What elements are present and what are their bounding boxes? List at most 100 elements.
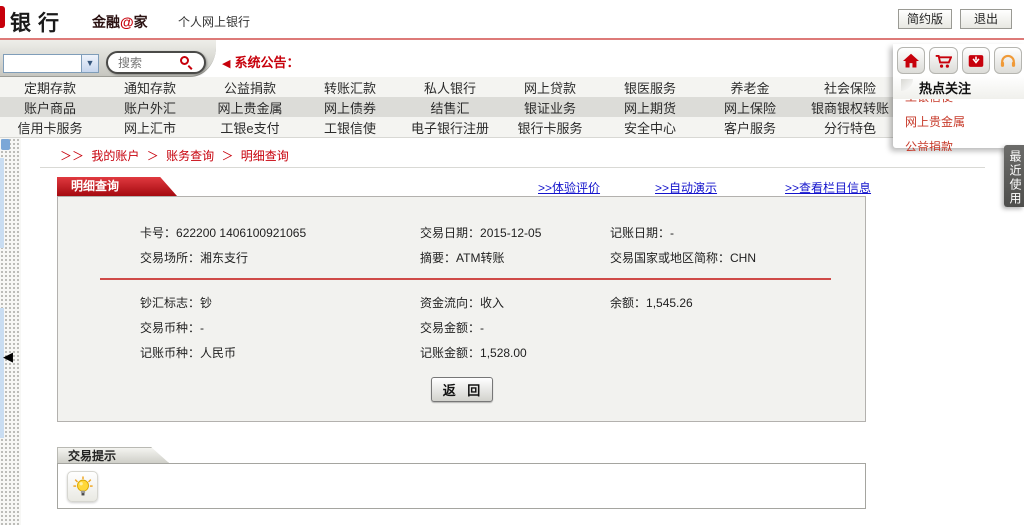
menu-item[interactable]: 账户外汇	[100, 98, 200, 117]
booking-amount-value: 1,528.00	[480, 346, 527, 360]
card-number-value: 622200 1406100921065	[176, 226, 306, 240]
menu-item[interactable]: 公益捐款	[200, 78, 300, 97]
category-select-value	[4, 55, 81, 72]
collapse-arrow-icon[interactable]: ◀	[3, 350, 13, 363]
menu-item[interactable]: 转账汇款	[300, 78, 400, 97]
menu-item[interactable]: 网上债券	[300, 98, 400, 117]
experience-rating-link[interactable]: >>体验评价	[538, 179, 600, 196]
messages-button[interactable]	[962, 47, 990, 74]
breadcrumb-separator: ＞	[147, 149, 159, 163]
summary-value: ATM转账	[456, 251, 504, 265]
cart-icon	[934, 53, 952, 69]
menu-item[interactable]: 网上汇市	[100, 118, 200, 137]
recently-used-tab[interactable]: 最近使用	[1004, 145, 1024, 207]
search-pill[interactable]	[106, 51, 206, 74]
cart-button[interactable]	[929, 47, 957, 74]
menu-item[interactable]: 私人银行	[400, 78, 500, 97]
balance-field: 余额：1,545.26	[610, 294, 865, 311]
announcement-speaker-icon: ◀	[222, 58, 230, 70]
menu-item[interactable]: 结售汇	[400, 98, 500, 117]
booking-date-field: 记账日期：-	[610, 224, 865, 241]
sidebar-collapse-rail[interactable]: ◀	[0, 138, 21, 525]
menu-item[interactable]: 社会保险	[800, 78, 900, 97]
category-select[interactable]: ▼	[3, 54, 99, 73]
menu-item[interactable]: 网上贵金属	[200, 98, 300, 117]
view-column-info-link[interactable]: >>查看栏目信息	[785, 179, 871, 196]
brand-slogan: 金融@家	[92, 12, 148, 32]
detail-query-panel: 卡号：622200 1406100921065 交易日期：2015-12-05 …	[57, 196, 866, 422]
transaction-tips-box	[57, 463, 866, 509]
fund-flow-value: 收入	[480, 296, 504, 310]
menu-item[interactable]: 银医服务	[600, 78, 700, 97]
menu-row: 定期存款 通知存款 公益捐款 转账汇款 私人银行 网上贷款 银医服务 养老金 社…	[0, 77, 900, 97]
breadcrumb-item-account-query[interactable]: 账务查询	[166, 149, 214, 163]
menu-item[interactable]: 网上贷款	[500, 78, 600, 97]
menu-item[interactable]: 账户商品	[0, 98, 100, 117]
menu-item[interactable]: 通知存款	[100, 78, 200, 97]
transaction-amount-field: 交易金额：-	[420, 319, 610, 336]
logout-button[interactable]: 退出	[960, 9, 1012, 29]
country-value: CHN	[730, 251, 756, 265]
menu-item[interactable]: 网上保险	[700, 98, 800, 117]
bank-logo-text: 银行	[10, 7, 66, 37]
menu-row: 信用卡服务 网上汇市 工银e支付 工银信使 电子银行注册 银行卡服务 安全中心 …	[0, 117, 900, 137]
menu-item[interactable]: 工银信使	[300, 118, 400, 137]
inbox-icon	[967, 53, 985, 69]
headset-icon	[999, 53, 1017, 69]
transaction-place-field: 交易场所：湘东支行	[140, 249, 420, 266]
menu-item[interactable]: 信用卡服务	[0, 118, 100, 137]
main-menu: 定期存款 通知存款 公益捐款 转账汇款 私人银行 网上贷款 银医服务 养老金 社…	[0, 77, 1024, 138]
country-field: 交易国家或地区简称：CHN	[610, 249, 865, 266]
field-row: 交易场所：湘东支行 摘要：ATM转账 交易国家或地区简称：CHN	[140, 245, 865, 270]
transaction-place-value: 湘东支行	[200, 251, 248, 265]
menu-item[interactable]: 定期存款	[0, 78, 100, 97]
transaction-tips-tab: 交易提示	[57, 447, 169, 463]
top-header: 银行 金融@家 个人网上银行 简约版 退出	[0, 0, 1024, 38]
field-row: 卡号：622200 1406100921065 交易日期：2015-12-05 …	[140, 220, 865, 245]
breadcrumb: ＞＞ 我的账户 ＞ 账务查询 ＞ 明细查询	[60, 147, 293, 164]
site-subtitle: 个人网上银行	[178, 13, 250, 30]
hot-topic-link[interactable]: 网上贵金属	[893, 110, 1024, 135]
menu-item[interactable]: 银商银权转账	[800, 98, 900, 117]
rail-accent	[0, 308, 4, 438]
menu-item[interactable]: 客户服务	[700, 118, 800, 137]
booking-date-value: -	[670, 226, 674, 240]
breadcrumb-divider	[40, 167, 985, 168]
section-divider	[100, 278, 831, 280]
breadcrumb-item-my-account[interactable]: 我的账户	[91, 149, 139, 163]
menu-item[interactable]: 工银e支付	[200, 118, 300, 137]
cash-remit-flag-field: 钞汇标志：钞	[140, 294, 420, 311]
breadcrumb-prefix: ＞＞	[60, 149, 84, 163]
home-button[interactable]	[897, 47, 925, 74]
auto-demo-link[interactable]: >>自动演示	[655, 179, 717, 196]
nav-strip: ▼ ◀ 系统公告：	[0, 40, 1024, 77]
chevron-down-icon: ▼	[81, 55, 98, 72]
simple-version-button[interactable]: 简约版	[898, 9, 952, 29]
booking-currency-field: 记账币种：人民币	[140, 344, 420, 361]
menu-item[interactable]: 银证业务	[500, 98, 600, 117]
menu-item[interactable]: 电子银行注册	[400, 118, 500, 137]
transaction-amount-value: -	[480, 321, 484, 335]
search-input[interactable]	[118, 56, 180, 70]
tip-bulb-tile	[67, 471, 98, 502]
transaction-currency-value: -	[200, 321, 204, 335]
hot-topic-link[interactable]: 工银信使	[893, 99, 1024, 110]
transaction-date-value: 2015-12-05	[480, 226, 541, 240]
booking-currency-value: 人民币	[200, 346, 236, 360]
balance-value: 1,545.26	[646, 296, 693, 310]
customer-service-button[interactable]	[994, 47, 1022, 74]
menu-item[interactable]: 安全中心	[600, 118, 700, 137]
transaction-date-field: 交易日期：2015-12-05	[420, 224, 610, 241]
search-icon[interactable]	[180, 56, 194, 70]
fund-flow-field: 资金流向：收入	[420, 294, 610, 311]
breadcrumb-separator: ＞	[221, 149, 233, 163]
back-button[interactable]: 返 回	[431, 377, 493, 402]
breadcrumb-item-detail-query[interactable]: 明细查询	[241, 149, 289, 163]
menu-item[interactable]: 网上期货	[600, 98, 700, 117]
home-icon	[902, 53, 920, 69]
rail-accent	[0, 158, 4, 248]
menu-item[interactable]: 分行特色	[800, 118, 900, 137]
announcement-label: 系统公告：	[234, 55, 299, 70]
menu-item[interactable]: 养老金	[700, 78, 800, 97]
menu-item[interactable]: 银行卡服务	[500, 118, 600, 137]
